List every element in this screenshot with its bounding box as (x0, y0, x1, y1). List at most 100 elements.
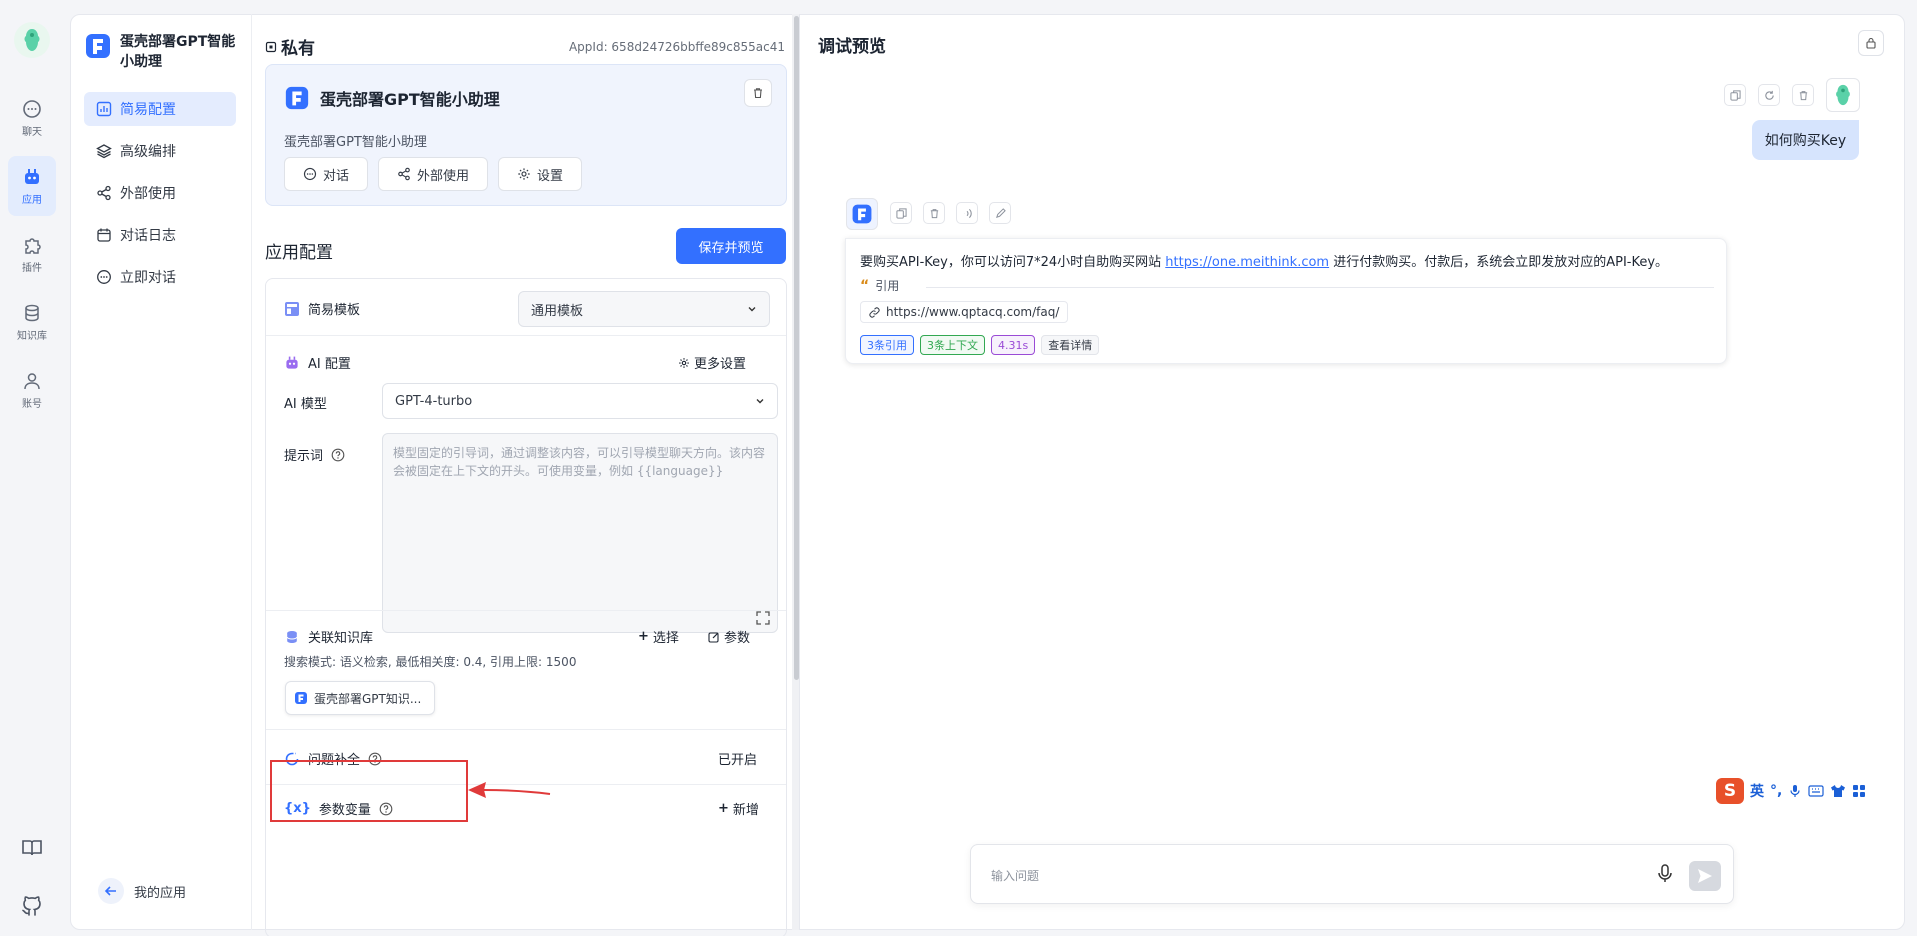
preview-title: 调试预览 (818, 37, 886, 57)
nav-logs[interactable]: 对话日志 (84, 218, 236, 252)
bot-link[interactable]: https://one.meithink.com (1165, 255, 1329, 270)
nav-label: 简易配置 (120, 102, 176, 118)
settings-button[interactable]: 设置 (498, 157, 583, 191)
divider (266, 610, 786, 611)
delete-message-button[interactable] (1792, 84, 1814, 106)
copy-button[interactable] (1724, 84, 1746, 106)
bot-copy-button[interactable] (890, 202, 912, 224)
ime-toolbar: S 英 °, (1714, 777, 1892, 805)
bot-speak-button[interactable] (956, 202, 978, 224)
book-icon[interactable] (20, 836, 44, 860)
puzzle-icon (25, 237, 41, 254)
ai-config-label: AI 配置 (308, 357, 351, 372)
divider (266, 335, 786, 336)
settings-label: 设置 (537, 168, 564, 184)
app-card-buttons: 对话 外部使用 设置 (284, 157, 583, 191)
gear-icon (679, 357, 689, 368)
trash-icon (1799, 90, 1807, 100)
add-variable-button[interactable]: + 新增 (718, 799, 759, 818)
rail-item-chat[interactable]: 聊天 (8, 88, 56, 148)
back-arrow-icon (98, 878, 124, 904)
more-settings-button[interactable]: 更多设置 (678, 353, 746, 372)
robot-icon (286, 356, 298, 369)
kb-select-button[interactable]: + 选择 (638, 627, 679, 646)
send-icon (1698, 869, 1712, 883)
citation-chip[interactable]: https://www.qptacq.com/faq/ (860, 301, 1069, 323)
bot-text-after: 进行付款购买。付款后，系统会立即发放对应的API-Key。 (1329, 255, 1669, 270)
ai-config-label-row: AI 配置 (284, 353, 351, 372)
bot-message-text: 要购买API-Key，你可以访问7*24小时自助购买网站 https://one… (860, 251, 1668, 270)
add-variable-label: 新增 (732, 803, 759, 818)
mic-icon[interactable] (1788, 784, 1802, 798)
grid-icon[interactable] (1852, 784, 1866, 798)
delete-app-button[interactable] (744, 79, 772, 107)
tag-context[interactable]: 3条上下文 (920, 335, 985, 355)
nav-simple-config[interactable]: 简易配置 (84, 92, 236, 126)
keyboard-icon[interactable] (1808, 784, 1824, 798)
ai-model-label: AI 模型 (284, 397, 327, 412)
app-card-desc: 蛋壳部署GPT智能小助理 (284, 135, 427, 150)
robot-icon (25, 168, 39, 184)
divider (266, 729, 786, 730)
external-use-button[interactable]: 外部使用 (378, 157, 489, 191)
highlight-arrow-icon (468, 782, 551, 798)
nav-external[interactable]: 外部使用 (84, 176, 236, 210)
app-logo-icon[interactable] (14, 22, 50, 58)
chat-icon (97, 270, 111, 284)
question-complete-status[interactable]: 已开启 (718, 749, 757, 768)
external-use-label: 外部使用 (417, 168, 470, 184)
user-message: 如何购买Key (1752, 120, 1859, 160)
rail-item-plugins[interactable]: 插件 (8, 224, 56, 284)
copy-icon (895, 207, 907, 219)
rail-item-apps[interactable]: 应用 (8, 156, 56, 216)
ai-model-select[interactable]: GPT-4-turbo (382, 383, 778, 419)
tag-time: 4.31s (991, 335, 1036, 355)
divider (926, 287, 1714, 288)
mic-icon[interactable] (1657, 864, 1673, 884)
send-button[interactable] (1689, 861, 1721, 891)
shirt-icon[interactable] (1830, 784, 1846, 798)
plus-icon: + (718, 801, 729, 816)
github-icon[interactable] (20, 894, 44, 918)
template-select[interactable]: 通用模板 (518, 291, 770, 327)
prompt-label: 提示词 (284, 449, 324, 464)
kb-chip[interactable]: 蛋壳部署GPT知识... (285, 681, 435, 715)
tag-citations[interactable]: 3条引用 (860, 335, 914, 355)
app-info-card: 蛋壳部署GPT智能小助理 蛋壳部署GPT智能小助理 对话 外部使用 设置 (265, 64, 787, 206)
config-scrollbar-thumb[interactable] (794, 16, 799, 680)
prompt-textarea[interactable]: 模型固定的引导词，通过调整该内容，可以引导模型聊天方向。该内容会被固定在上下文的… (382, 433, 778, 633)
plus-icon: + (638, 629, 649, 644)
config-topbar: 私有 AppId: 658d24726bbffe89c855ac41 (265, 34, 785, 59)
preview-lock-button[interactable] (1858, 30, 1884, 56)
kb-params-button[interactable]: 参数 (708, 627, 750, 646)
save-preview-button[interactable]: 保存并预览 (676, 228, 786, 264)
kb-params-label: 参数 (724, 631, 751, 646)
ime-logo-icon[interactable]: S (1716, 778, 1744, 804)
rail-item-knowledge[interactable]: 知识库 (8, 292, 56, 352)
chat-button[interactable]: 对话 (284, 157, 369, 191)
ime-lang[interactable]: 英 (1750, 781, 1764, 801)
rail-item-account[interactable]: 账号 (8, 360, 56, 420)
pencil-icon (995, 207, 1006, 218)
trash-icon (930, 208, 938, 218)
nav-advanced[interactable]: 高级编排 (84, 134, 236, 168)
app-brand-icon (285, 86, 309, 110)
kb-select-label: 选择 (652, 631, 679, 646)
retry-button[interactable] (1758, 84, 1780, 106)
nav-label: 对话日志 (120, 228, 176, 244)
chat-icon (23, 99, 41, 118)
app-brand-icon (86, 34, 110, 58)
bot-delete-button[interactable] (923, 202, 945, 224)
my-apps-link[interactable]: 我的应用 (98, 878, 186, 904)
database-icon (286, 630, 298, 643)
app-card-title-text: 蛋壳部署GPT智能小助理 (320, 90, 500, 109)
nav-chat-now[interactable]: 立即对话 (84, 260, 236, 294)
user-icon (24, 372, 40, 389)
tag-details[interactable]: 查看详情 (1041, 335, 1100, 355)
expand-icon[interactable] (755, 610, 771, 626)
help-icon[interactable] (331, 448, 345, 462)
rail-item-label: 账号 (22, 398, 42, 410)
chat-input-box[interactable]: 输入问题 (970, 844, 1734, 904)
bot-edit-button[interactable] (989, 202, 1011, 224)
punctuation-icon[interactable]: °, (1770, 783, 1782, 799)
